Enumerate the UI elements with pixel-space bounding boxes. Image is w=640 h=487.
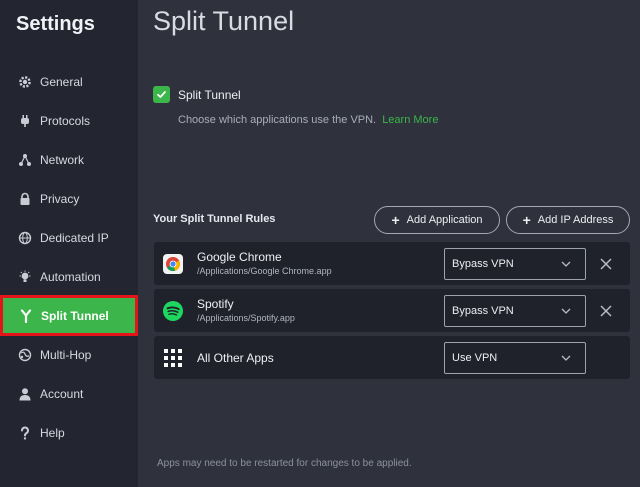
rule-mode-select[interactable]: Bypass VPN: [444, 248, 586, 280]
remove-rule-icon[interactable]: [598, 303, 614, 319]
split-tunnel-label: Split Tunnel: [178, 87, 241, 102]
checkmark-icon: [157, 91, 166, 98]
sidebar: Settings General Protocols Network Priva…: [0, 0, 138, 487]
spotify-icon: [163, 301, 183, 321]
add-ip-address-label: Add IP Address: [537, 214, 614, 226]
rule-app-path: /Applications/Google Chrome.app: [197, 266, 332, 276]
sidebar-item-label: Network: [40, 152, 85, 167]
sidebar-item-multi-hop[interactable]: Multi-Hop: [0, 335, 138, 374]
sidebar-item-privacy[interactable]: Privacy: [0, 179, 138, 218]
plus-icon: +: [522, 212, 531, 228]
split-tunnel-icon: [18, 308, 34, 324]
sidebar-item-label: General: [40, 74, 83, 89]
rule-row-spotify: Spotify /Applications/Spotify.app Bypass…: [154, 289, 630, 332]
footer-note: Apps may need to be restarted for change…: [157, 458, 412, 469]
add-application-button[interactable]: + Add Application: [374, 206, 500, 234]
question-icon: [17, 425, 33, 441]
lightbulb-icon: [17, 269, 33, 285]
rule-mode-select[interactable]: Bypass VPN: [444, 295, 586, 327]
sidebar-item-label: Multi-Hop: [40, 347, 92, 362]
rule-row-google-chrome: Google Chrome /Applications/Google Chrom…: [154, 242, 630, 285]
split-tunnel-toggle[interactable]: Split Tunnel: [153, 86, 241, 103]
plug-icon: [17, 113, 33, 129]
sidebar-item-label: Protocols: [40, 113, 91, 128]
grid-icon: [163, 348, 183, 368]
rule-app-name: All Other Apps: [197, 351, 274, 365]
page-title: Split Tunnel: [153, 6, 295, 36]
rules-heading: Your Split Tunnel Rules: [153, 213, 276, 225]
chevron-down-icon: [561, 308, 571, 314]
sidebar-item-protocols[interactable]: Protocols: [0, 101, 138, 140]
add-application-label: Add Application: [406, 214, 483, 226]
sidebar-item-help[interactable]: Help: [0, 413, 138, 452]
network-icon: [17, 152, 33, 168]
rule-mode-select[interactable]: Use VPN: [444, 342, 586, 374]
main-panel: Split Tunnel Split Tunnel Choose which a…: [138, 0, 640, 487]
split-tunnel-description: Choose which applications use the VPN. L…: [178, 114, 438, 126]
rule-mode-value: Bypass VPN: [452, 305, 514, 317]
rule-app-name: Spotify: [197, 297, 234, 311]
sidebar-item-automation[interactable]: Automation: [0, 257, 138, 296]
sidebar-item-general[interactable]: General: [0, 62, 138, 101]
globe-icon: [17, 230, 33, 246]
sidebar-item-label: Automation: [40, 269, 101, 284]
sidebar-item-label: Dedicated IP: [40, 230, 109, 245]
rule-row-all-other-apps: All Other Apps Use VPN: [154, 336, 630, 379]
rule-mode-value: Bypass VPN: [452, 258, 514, 270]
user-icon: [17, 386, 33, 402]
app-title: Settings: [16, 13, 95, 35]
sidebar-item-label: Account: [40, 386, 84, 401]
rule-app-name: Google Chrome: [197, 250, 282, 264]
plus-icon: +: [391, 212, 400, 228]
rule-mode-value: Use VPN: [452, 352, 498, 364]
sidebar-item-split-tunnel[interactable]: Split Tunnel: [0, 295, 138, 336]
multihop-globe-icon: [17, 347, 33, 363]
sidebar-item-account[interactable]: Account: [0, 374, 138, 413]
learn-more-link[interactable]: Learn More: [382, 114, 438, 126]
rule-app-path: /Applications/Spotify.app: [197, 313, 295, 323]
lock-icon: [17, 191, 33, 207]
sidebar-item-network[interactable]: Network: [0, 140, 138, 179]
chevron-down-icon: [561, 261, 571, 267]
sidebar-item-label: Help: [40, 425, 65, 440]
rules-list: Google Chrome /Applications/Google Chrom…: [154, 242, 630, 383]
remove-rule-icon[interactable]: [598, 256, 614, 272]
split-tunnel-checkbox[interactable]: [153, 86, 170, 103]
chevron-down-icon: [561, 355, 571, 361]
sidebar-item-dedicated-ip[interactable]: Dedicated IP: [0, 218, 138, 257]
sidebar-nav: General Protocols Network Privacy Dedica…: [0, 62, 138, 452]
chrome-icon: [163, 254, 183, 274]
add-ip-address-button[interactable]: + Add IP Address: [506, 206, 630, 234]
sidebar-item-label: Privacy: [40, 191, 80, 206]
description-text: Choose which applications use the VPN.: [178, 114, 377, 126]
gear-icon: [17, 74, 33, 90]
sidebar-item-label: Split Tunnel: [41, 308, 109, 323]
